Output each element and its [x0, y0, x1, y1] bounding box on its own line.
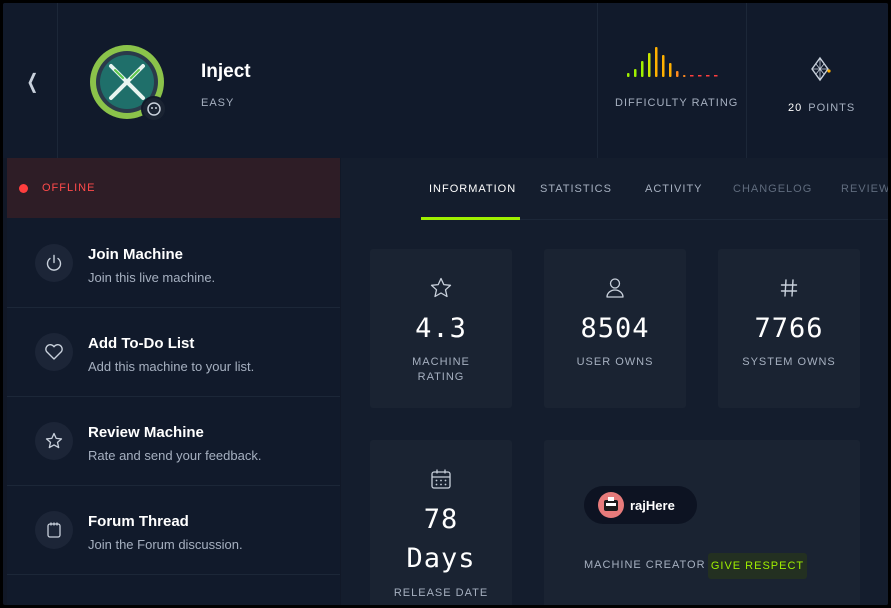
rating-value: 4.3: [415, 313, 467, 344]
creator-label: MACHINE CREATOR: [584, 559, 706, 571]
action-title: Review Machine: [88, 424, 204, 441]
machine-rating-card: 4.3 MACHINE RATING: [370, 249, 512, 408]
status-text: OFFLINE: [42, 182, 96, 194]
tab-information[interactable]: INFORMATION: [429, 183, 516, 195]
chevron-left-icon: ❮: [26, 68, 38, 93]
machine-status: OFFLINE: [7, 158, 340, 218]
review-machine-action[interactable]: Review Machine Rate and send your feedba…: [7, 397, 340, 486]
tab-statistics[interactable]: STATISTICS: [540, 183, 612, 195]
action-subtitle: Join the Forum discussion.: [88, 537, 243, 552]
creator-profile-link[interactable]: rajHere: [584, 486, 697, 524]
user-owns-label: USER OWNS: [576, 356, 654, 368]
release-date-label: RELEASE DATE: [393, 587, 489, 599]
star-icon: [430, 277, 452, 298]
action-subtitle: Rate and send your feedback.: [88, 448, 262, 463]
heart-icon: [35, 333, 73, 371]
action-title: Add To-Do List: [88, 335, 195, 352]
hash-icon: [780, 279, 798, 297]
machine-points: 20 POINTS: [788, 102, 855, 114]
difficulty-rating-label: DIFFICULTY RATING: [615, 97, 739, 109]
creator-name: rajHere: [630, 497, 675, 513]
active-tab-indicator: [421, 217, 520, 220]
rating-label: MACHINE RATING: [412, 356, 470, 383]
release-days-unit: Days: [406, 543, 476, 574]
difficulty-graph: [627, 47, 718, 77]
tab-changelog[interactable]: CHANGELOG: [733, 183, 812, 195]
machine-name: Inject: [201, 61, 251, 82]
machine-difficulty: EASY: [201, 97, 235, 109]
forum-thread-action[interactable]: Forum Thread Join the Forum discussion.: [7, 486, 340, 575]
user-owns-card: 8504 USER OWNS: [544, 249, 686, 408]
forum-icon: [35, 511, 73, 549]
calendar-icon: [431, 469, 451, 489]
join-machine-action[interactable]: Join Machine Join this live machine.: [7, 219, 340, 308]
system-owns-label: SYSTEM OWNS: [742, 356, 836, 368]
give-respect-button[interactable]: GIVE RESPECT: [708, 553, 807, 579]
release-days-value: 78: [423, 504, 459, 535]
user-owns-value: 8504: [580, 313, 650, 344]
star-icon: [35, 422, 73, 460]
system-owns-card: 7766 SYSTEM OWNS: [718, 249, 860, 408]
status-dot-icon: [19, 183, 28, 193]
header-divider: [597, 3, 598, 158]
system-owns-value: 7766: [754, 313, 824, 344]
tab-activity[interactable]: ACTIVITY: [645, 183, 703, 195]
back-button[interactable]: ❮: [7, 3, 57, 158]
action-title: Join Machine: [88, 246, 184, 263]
power-icon: [35, 244, 73, 282]
header-divider: [57, 3, 58, 158]
machine-header: ❮ Inject EASY DIFFICULTY RATING 20 POINT…: [3, 3, 888, 158]
header-divider: [746, 3, 747, 158]
avatar: [598, 492, 624, 518]
points-value: 20: [788, 102, 803, 114]
release-date-card: 78 Days RELEASE DATE: [370, 440, 512, 605]
machine-sidebar: OFFLINE Join Machine Join this live mach…: [7, 158, 340, 605]
tab-reviews[interactable]: REVIEWS: [841, 183, 888, 195]
diamond-icon: [811, 56, 831, 82]
action-title: Forum Thread: [88, 513, 189, 530]
machine-creator-card: rajHere MACHINE CREATOR GIVE RESPECT: [544, 440, 860, 605]
tab-bar: INFORMATION STATISTICS ACTIVITY CHANGELO…: [421, 158, 888, 220]
action-subtitle: Add this machine to your list.: [88, 359, 255, 374]
machine-main: INFORMATION STATISTICS ACTIVITY CHANGELO…: [341, 158, 888, 605]
add-todo-action[interactable]: Add To-Do List Add this machine to your …: [7, 308, 340, 397]
user-icon: [606, 278, 624, 298]
action-subtitle: Join this live machine.: [88, 270, 216, 285]
machine-page: ❮ Inject EASY DIFFICULTY RATING 20 POINT…: [3, 3, 888, 605]
points-label: POINTS: [808, 102, 856, 114]
machine-logo: [90, 45, 166, 121]
